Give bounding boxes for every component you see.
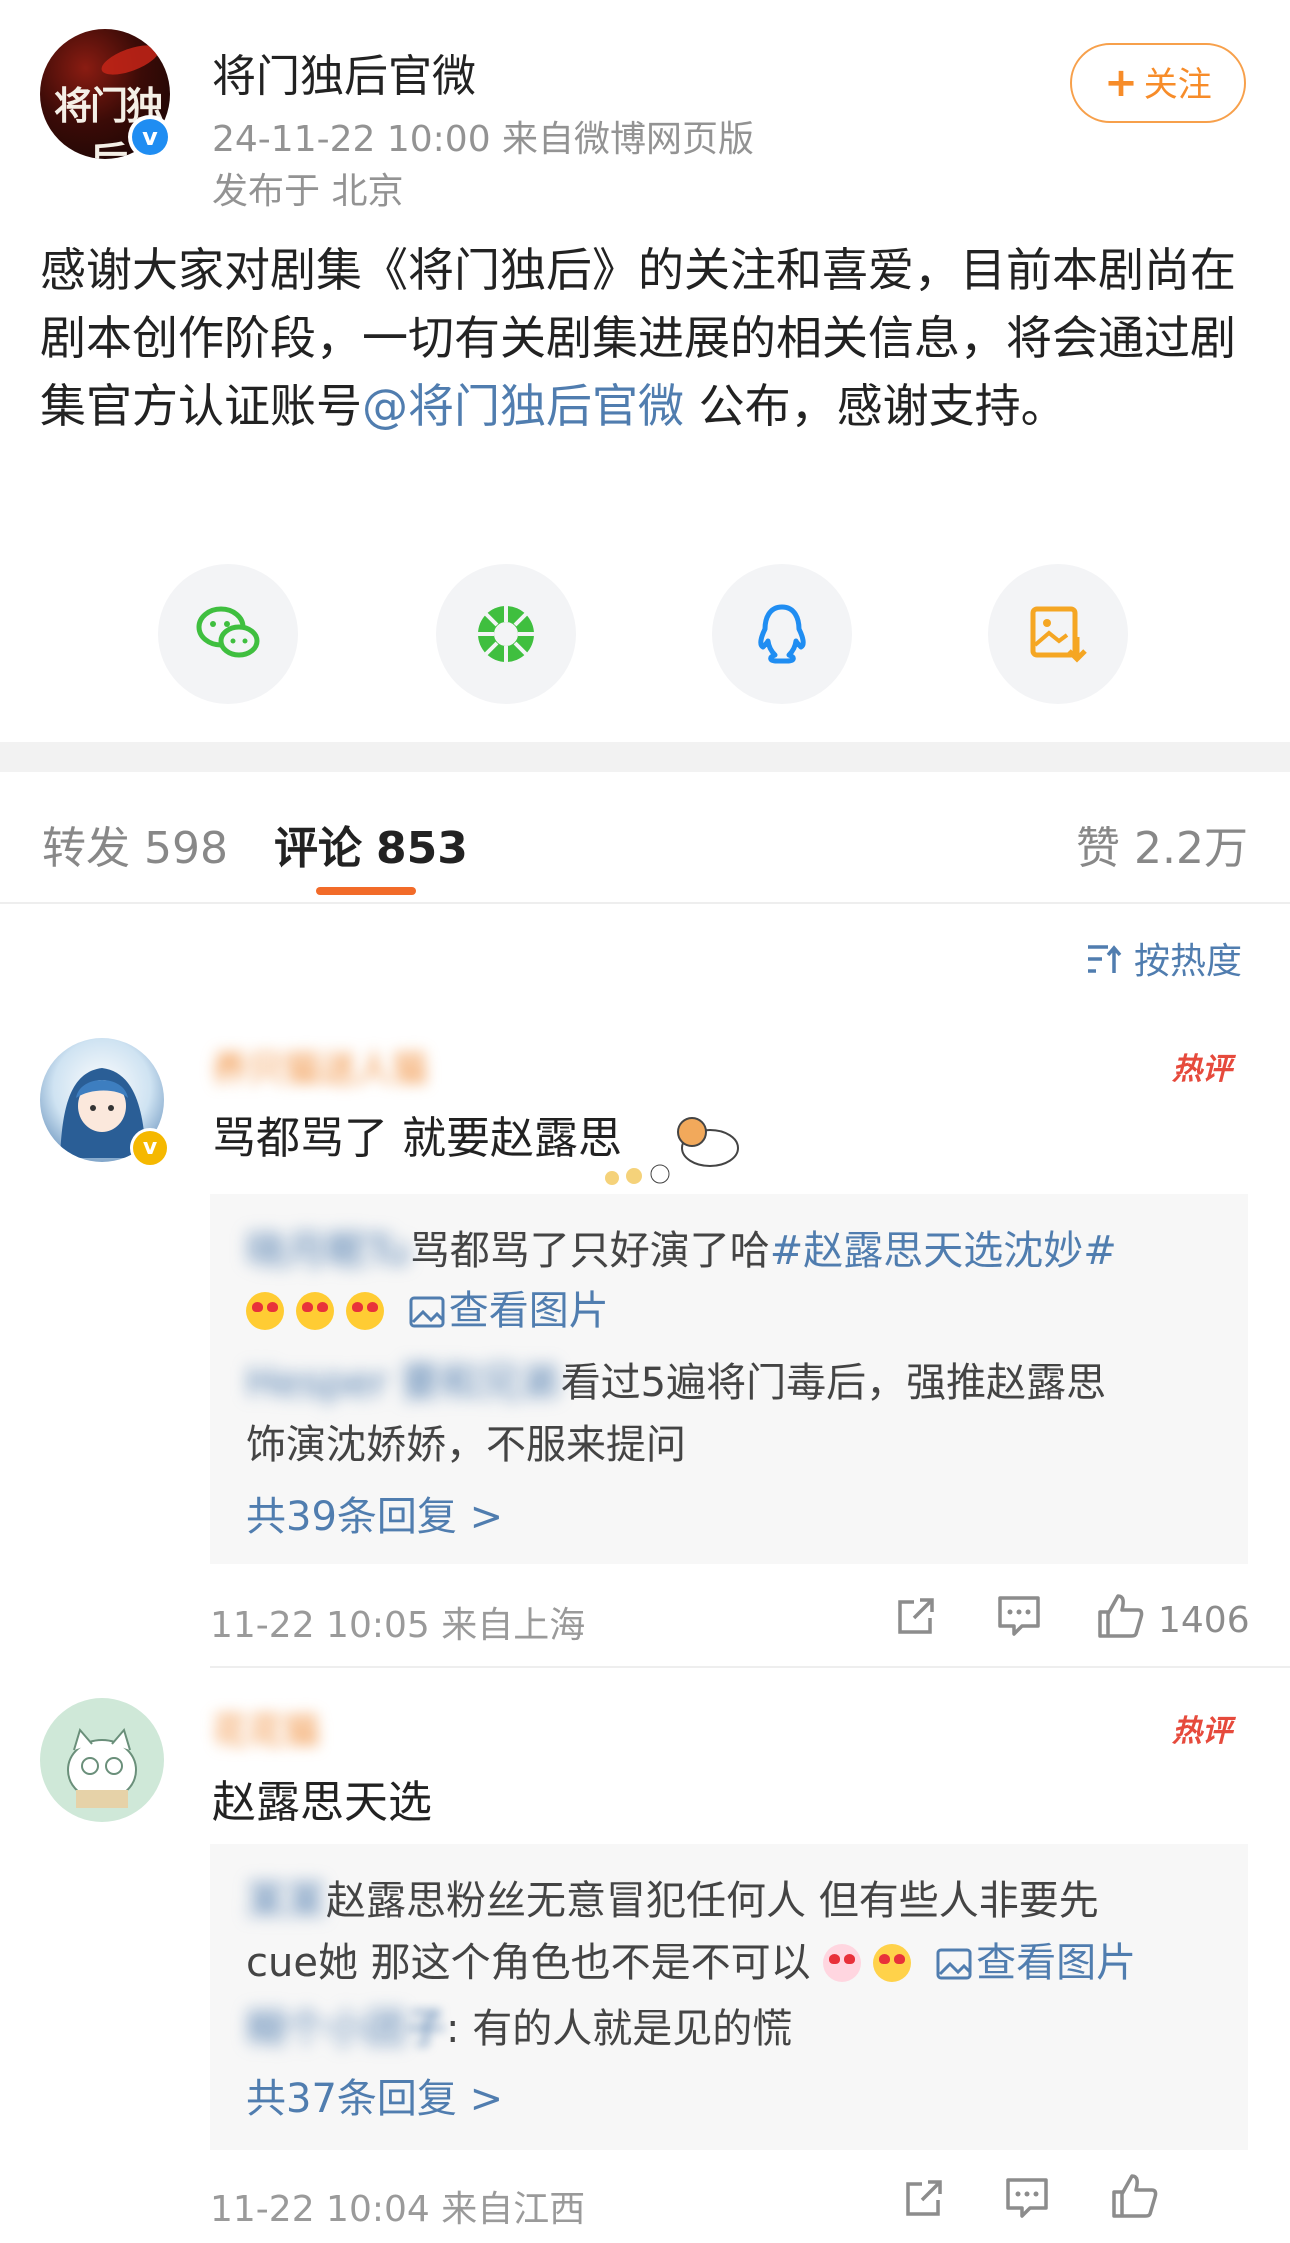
- author-name[interactable]: 将门独后官微: [212, 40, 476, 104]
- reply-line: Hesper 要和兄弟看过5遍将门毒后，强推赵露思: [246, 1350, 1106, 1408]
- follow-button[interactable]: + 关注: [1070, 43, 1246, 123]
- like-comment-button[interactable]: [1110, 2172, 1160, 2229]
- view-image-link[interactable]: 查看图片: [409, 1288, 609, 1334]
- qq-icon: [758, 604, 806, 664]
- hot-comment-badge: 热评: [1172, 1052, 1232, 1087]
- commenter-avatar[interactable]: [40, 1698, 164, 1822]
- section-divider: [0, 742, 1290, 772]
- shrug-emoji-icon: [873, 1944, 912, 1982]
- image-icon: [936, 1948, 972, 1980]
- view-image-link[interactable]: 查看图片: [936, 1940, 1136, 1986]
- post-meta: 24-11-22 10:00 来自微博网页版: [212, 119, 755, 160]
- reply-line: 糊个小团子: 有的人就是见的慌: [246, 1996, 792, 2054]
- like-count: 1406: [1158, 1600, 1250, 1641]
- sort-button[interactable]: 按热度: [1086, 932, 1242, 984]
- reply-preview-box[interactable]: 某某赵露思粉丝无意冒犯任何人 但有些人非要先 cue她 那这个角色也不是不可以 …: [210, 1844, 1248, 2150]
- commenter-name[interactable]: 花花猫: [212, 1702, 320, 1754]
- image-icon: [409, 1296, 445, 1328]
- verified-badge-icon: v: [128, 115, 172, 159]
- post-body: 感谢大家对剧集《将门独后》的关注和喜爱，目前本剧尚在剧本创作阶段，一切有关剧集进…: [40, 243, 1236, 433]
- reply-comment-button[interactable]: [1004, 2176, 1050, 2229]
- reply-preview-box[interactable]: 晓月眠Tu骂都骂了只好演了哈#赵露思天选沈妙# 查看图片 Hesper 要和兄弟…: [210, 1194, 1248, 1564]
- cartoon-cat-avatar-icon: [67, 1727, 137, 1808]
- heart-eyes-emoji-icon: [346, 1292, 384, 1330]
- heart-eyes-emoji-icon: [246, 1292, 284, 1330]
- comment-meta: 11-22 10:04 来自江西: [210, 2189, 586, 2230]
- reply-line-continued: cue她 那这个角色也不是不可以 查看图片: [246, 1940, 1137, 1986]
- plus-icon: +: [1104, 60, 1138, 106]
- reply-author[interactable]: 糊个小团: [246, 1996, 406, 2054]
- share-comment-button[interactable]: [902, 2176, 946, 2229]
- reply-line-continued: 饰演沈娇娇，不服来提问: [246, 1422, 686, 1468]
- reply-author[interactable]: 某某: [246, 1868, 326, 1926]
- thumbs-up-icon: [1112, 2174, 1158, 2218]
- comment-text: 赵露思天选: [212, 1777, 432, 1828]
- reply-author[interactable]: Hesper 要和兄弟: [246, 1350, 561, 1408]
- comment-text: 骂都骂了 就要赵露思: [212, 1113, 622, 1164]
- reply-line: 某某赵露思粉丝无意冒犯任何人 但有些人非要先: [246, 1868, 1099, 1926]
- wechat-icon: [196, 606, 260, 658]
- heart-eyes-emoji-icon: [296, 1292, 334, 1330]
- like-comment-button[interactable]: 1406: [1096, 1592, 1250, 1641]
- share-icon: [906, 2180, 942, 2216]
- share-icon: [898, 1598, 934, 1634]
- tab-divider: [0, 902, 1290, 904]
- view-all-replies-link[interactable]: 共39条回复 >: [246, 1484, 503, 1542]
- tab-active-indicator: [316, 887, 416, 895]
- reply-author[interactable]: 晓月眠Tu: [246, 1218, 410, 1276]
- tab-repost[interactable]: 转发 598: [42, 812, 228, 876]
- bunny-emoji-icon: [823, 1944, 862, 1982]
- share-qq-button[interactable]: [712, 564, 852, 704]
- reply-line: 晓月眠Tu骂都骂了只好演了哈#赵露思天选沈妙#: [246, 1218, 1117, 1276]
- comment-meta: 11-22 10:05 来自上海: [210, 1605, 586, 1646]
- comment-icon: [998, 1596, 1040, 1636]
- post-location: 发布于 北京: [212, 171, 404, 212]
- share-wechat-button[interactable]: [158, 564, 298, 704]
- share-save-image-button[interactable]: [988, 564, 1128, 704]
- hot-comment-badge: 热评: [1172, 1714, 1232, 1749]
- moments-icon: [478, 606, 534, 662]
- reply-comment-button[interactable]: [996, 1594, 1042, 1647]
- reply-line-emoji: 查看图片: [246, 1278, 609, 1336]
- view-all-replies-link[interactable]: 共37条回复 >: [246, 2066, 503, 2124]
- mention-link[interactable]: @将门独后官微: [362, 379, 684, 433]
- tab-comment[interactable]: 评论 853: [274, 812, 468, 876]
- comment-icon: [1006, 2178, 1048, 2218]
- share-moments-button[interactable]: [436, 564, 576, 704]
- thumbs-up-icon: [1098, 1594, 1144, 1638]
- duck-sticker-icon: [590, 1088, 750, 1188]
- comment-separator: [210, 1666, 1290, 1668]
- commenter-name[interactable]: 养只猫送人猫: [212, 1040, 428, 1092]
- sort-icon: [1088, 945, 1122, 973]
- save-image-icon: [1030, 606, 1087, 663]
- hashtag-link[interactable]: #赵露思天选沈妙#: [770, 1228, 1117, 1274]
- vip-badge-icon: v: [130, 1128, 170, 1168]
- tab-like[interactable]: 赞 2.2万: [1076, 812, 1248, 876]
- share-comment-button[interactable]: [894, 1594, 938, 1647]
